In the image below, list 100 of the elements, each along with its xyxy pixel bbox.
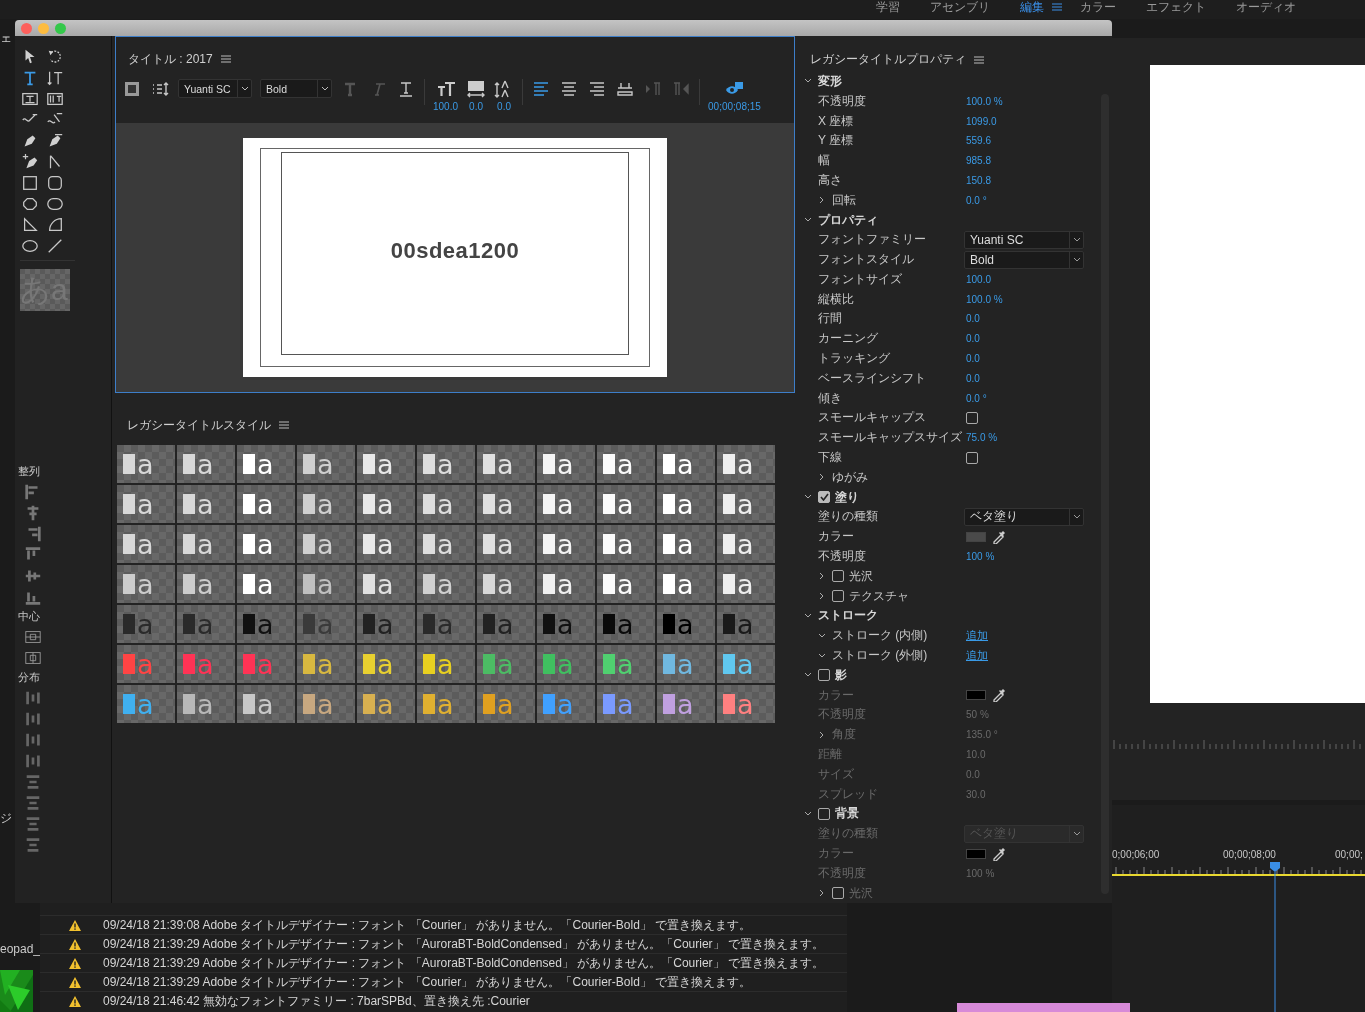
workspace-tab[interactable]: エフェクト (1142, 0, 1210, 14)
style-swatch[interactable]: a (717, 685, 775, 723)
style-swatch[interactable]: a (477, 645, 535, 683)
style-swatch[interactable]: a (357, 685, 415, 723)
area-type-icon[interactable] (20, 90, 40, 108)
style-swatch[interactable]: a (717, 445, 775, 483)
style-swatch[interactable]: a (657, 525, 715, 563)
style-swatch[interactable]: a (417, 485, 475, 523)
style-swatch[interactable]: a (357, 565, 415, 603)
distribute-horizontal-icon[interactable] (24, 731, 42, 749)
style-swatch[interactable]: a (237, 445, 295, 483)
style-swatch[interactable]: a (297, 565, 355, 603)
style-swatch[interactable]: a (417, 645, 475, 683)
style-swatch[interactable]: a (117, 685, 175, 723)
style-swatch[interactable]: a (537, 565, 595, 603)
property-value[interactable]: 100.0 (966, 273, 992, 285)
property-value[interactable]: 0.0 ° (966, 194, 987, 206)
style-swatch[interactable]: a (357, 525, 415, 563)
style-swatch[interactable]: a (537, 485, 595, 523)
style-swatch[interactable]: a (297, 685, 355, 723)
property-value[interactable]: 985.8 (966, 155, 992, 167)
rounded-rectangle-icon[interactable] (45, 174, 65, 192)
add-anchor-icon[interactable] (20, 153, 40, 171)
style-swatch[interactable]: a (477, 525, 535, 563)
distribute-vertical-icon[interactable] (24, 794, 42, 812)
chevron-down-icon[interactable] (804, 216, 812, 224)
style-swatch[interactable]: a (297, 485, 355, 523)
style-swatch[interactable]: a (717, 605, 775, 643)
vertical-area-type-icon[interactable] (45, 90, 65, 108)
checkbox[interactable] (832, 590, 844, 603)
timeline-clip[interactable] (957, 1003, 1130, 1012)
workspace-tab[interactable]: オーディオ (1232, 0, 1300, 14)
style-swatch[interactable]: a (357, 445, 415, 483)
property-value[interactable]: 100.0 % (966, 95, 1003, 107)
chevron-down-icon[interactable] (804, 809, 812, 818)
style-swatch[interactable]: a (477, 485, 535, 523)
style-swatch[interactable]: a (597, 525, 655, 563)
ellipse-icon[interactable] (20, 237, 40, 255)
workspace-tab[interactable]: 編集 (1016, 0, 1048, 14)
menu-icon[interactable] (279, 421, 289, 429)
style-swatch[interactable]: a (357, 485, 415, 523)
style-swatch[interactable]: a (717, 645, 775, 683)
frame-icon[interactable] (122, 79, 142, 99)
playhead[interactable] (1270, 862, 1280, 1012)
property-value[interactable]: 100.0 % (966, 293, 1003, 305)
property-value[interactable]: 0.0 ° (966, 392, 987, 404)
style-swatch[interactable]: a (117, 445, 175, 483)
style-swatch[interactable]: a (657, 485, 715, 523)
style-swatch[interactable]: a (417, 445, 475, 483)
style-swatch[interactable]: a (597, 565, 655, 603)
property-value[interactable]: 100 % (966, 551, 995, 563)
style-swatch[interactable]: a (117, 565, 175, 603)
rectangle-icon[interactable] (20, 174, 40, 192)
dropdown[interactable]: Yuanti SC (964, 230, 1084, 249)
style-swatch[interactable]: a (177, 485, 235, 523)
style-swatch[interactable]: a (417, 685, 475, 723)
style-swatch[interactable]: a (657, 565, 715, 603)
style-swatch[interactable]: a (237, 525, 295, 563)
style-swatch[interactable]: a (537, 605, 595, 643)
style-swatch[interactable]: a (537, 445, 595, 483)
style-swatch[interactable]: a (477, 685, 535, 723)
style-swatch[interactable]: a (177, 445, 235, 483)
style-swatch[interactable]: a (177, 565, 235, 603)
property-value[interactable]: 0.0 (966, 313, 980, 325)
style-swatch[interactable]: a (717, 565, 775, 603)
style-swatch[interactable]: a (117, 525, 175, 563)
style-swatch[interactable]: a (537, 525, 595, 563)
add-link[interactable]: 追加 (966, 648, 988, 664)
style-swatch[interactable]: a (297, 445, 355, 483)
chevron-down-icon[interactable] (804, 611, 812, 620)
menu-icon[interactable] (974, 55, 984, 64)
color-swatch[interactable] (966, 531, 986, 542)
dropdown[interactable]: Yuanti SC (178, 79, 252, 98)
workspace-tab[interactable]: 学習 (872, 0, 904, 14)
style-swatch[interactable]: a (657, 605, 715, 643)
style-swatch[interactable]: a (717, 525, 775, 563)
property-value[interactable]: 559.6 (966, 135, 992, 147)
checkbox[interactable] (966, 411, 978, 424)
style-swatch[interactable]: a (177, 685, 235, 723)
eyedropper-icon[interactable] (992, 529, 1006, 544)
chevron-down-icon[interactable] (818, 651, 826, 660)
style-swatch[interactable]: a (417, 565, 475, 603)
chevron-right-icon[interactable] (818, 572, 826, 581)
style-swatch[interactable]: a (357, 645, 415, 683)
style-swatch[interactable]: a (297, 525, 355, 563)
style-swatch[interactable]: a (477, 445, 535, 483)
distribute-vertical-icon[interactable] (24, 836, 42, 854)
property-value[interactable]: 0.0 (966, 353, 980, 365)
style-swatch[interactable]: a (597, 605, 655, 643)
style-swatch[interactable]: a (657, 685, 715, 723)
style-swatch[interactable]: a (597, 685, 655, 723)
style-swatch[interactable]: a (597, 645, 655, 683)
distribute-horizontal-icon[interactable] (24, 710, 42, 728)
font-size-icon[interactable] (435, 79, 456, 99)
checkbox[interactable] (818, 807, 830, 820)
style-swatch[interactable]: a (717, 485, 775, 523)
property-value[interactable]: 0.0 (966, 372, 980, 384)
distribute-vertical-icon[interactable] (24, 773, 42, 791)
style-swatch[interactable]: a (237, 605, 295, 643)
property-value[interactable]: 0.0 (966, 333, 980, 345)
